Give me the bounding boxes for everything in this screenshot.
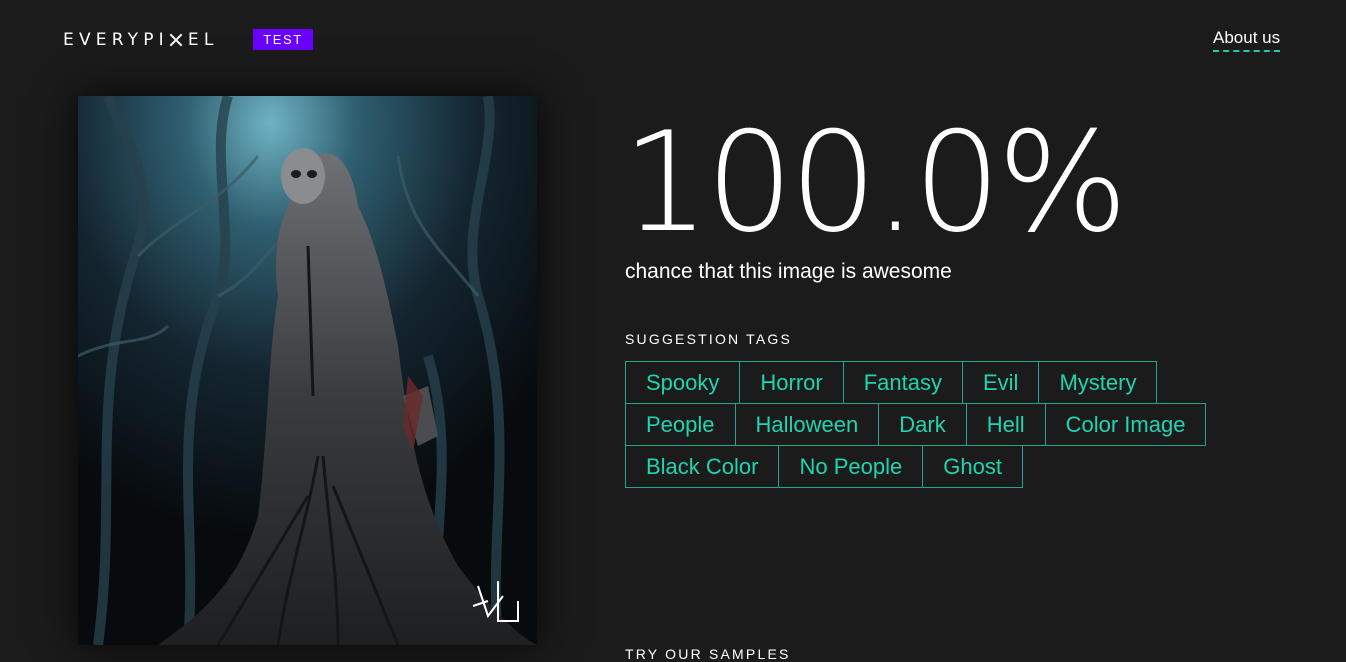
tag-ghost[interactable]: Ghost [922,445,1023,488]
page: EVERYPI EL TEST About us 100.0% chance t… [0,0,1346,662]
tag-people[interactable]: People [625,403,736,446]
suggestion-tags-list: Spooky Horror Fantasy Evil Mystery Peopl… [625,361,1245,488]
tag-hell[interactable]: Hell [965,403,1046,446]
tag-row: People Halloween Dark Hell Color Image [625,403,1245,446]
tag-color-image[interactable]: Color Image [1044,403,1207,446]
tag-row: Black Color No People Ghost [625,445,1245,488]
logo-text-right: EL [187,30,219,50]
tag-fantasy[interactable]: Fantasy [842,361,963,404]
suggestion-tags-heading: SUGGESTION TAGS [625,331,793,347]
try-samples-heading: TRY OUR SAMPLES [625,646,791,662]
tag-halloween[interactable]: Halloween [734,403,880,446]
tag-row: Spooky Horror Fantasy Evil Mystery [625,361,1245,404]
everypixel-logo[interactable]: EVERYPI EL [63,30,219,50]
tag-black-color[interactable]: Black Color [625,445,780,488]
tag-spooky[interactable]: Spooky [625,361,741,404]
x-mark-icon [169,33,183,47]
tag-mystery[interactable]: Mystery [1038,361,1158,404]
score-caption: chance that this image is awesome [625,260,952,283]
test-badge: TEST [253,29,313,50]
awesomeness-score: 100.0% [622,102,1128,263]
tag-horror[interactable]: Horror [739,361,844,404]
tag-evil[interactable]: Evil [962,361,1040,404]
about-us-link[interactable]: About us [1213,28,1281,52]
tag-dark[interactable]: Dark [878,403,967,446]
tag-no-people[interactable]: No People [778,445,924,488]
logo-text-left: EVERYPI [63,30,169,50]
uploaded-image [78,96,537,645]
